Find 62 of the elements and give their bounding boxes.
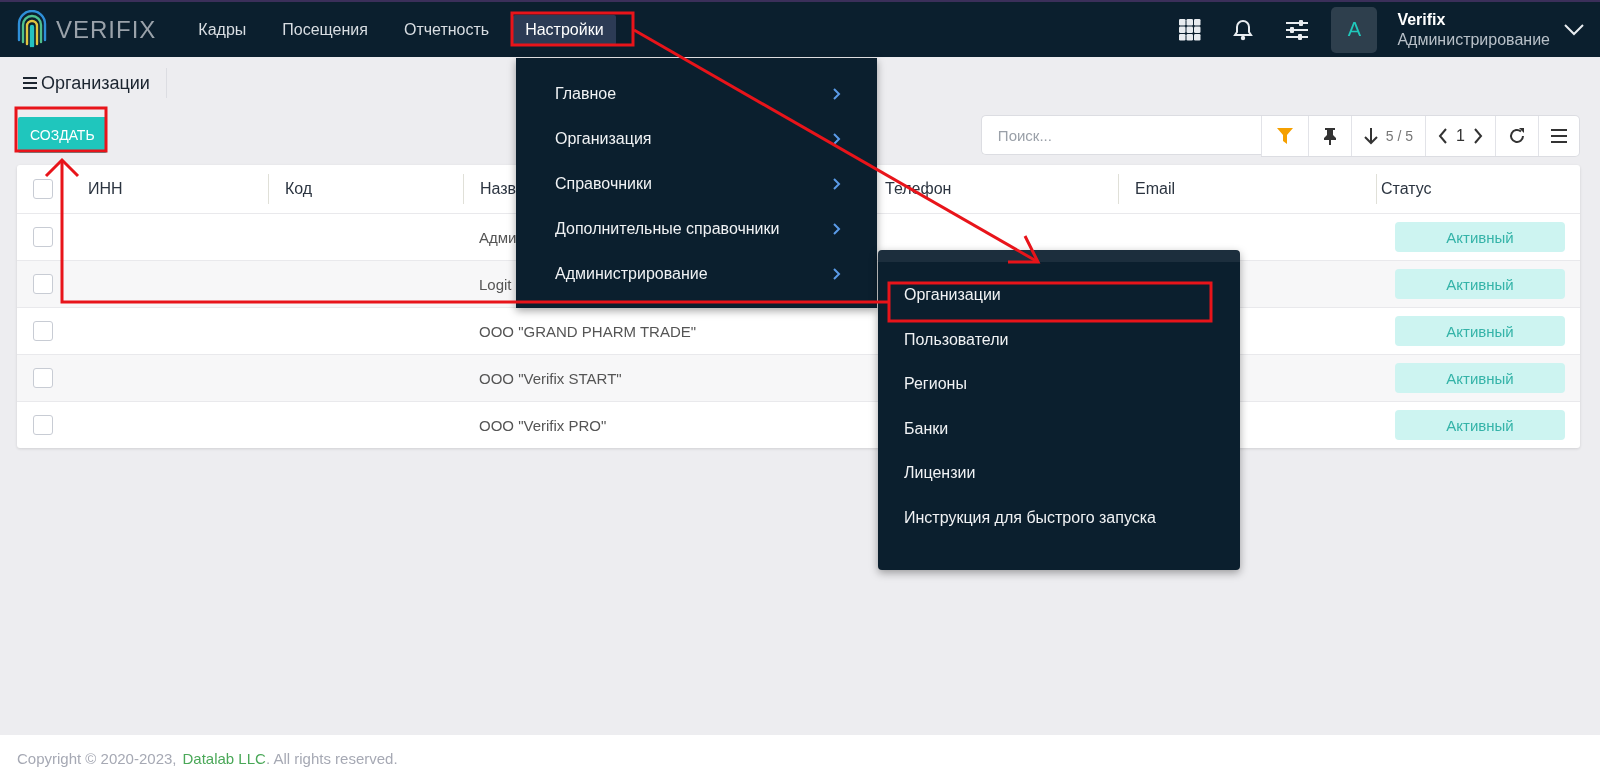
status-badge: Активный <box>1395 316 1565 346</box>
menu-item[interactable]: Организации <box>878 273 1240 318</box>
status-badge: Активный <box>1395 222 1565 252</box>
menu-item[interactable]: Справочники <box>516 161 877 206</box>
table-cell: Адми <box>479 228 517 246</box>
record-count: 5 / 5 <box>1385 128 1414 144</box>
menu-item[interactable]: Регионы <box>878 362 1240 407</box>
bell-icon[interactable] <box>1233 18 1254 41</box>
page-number: 1 <box>1456 127 1465 145</box>
copyright-text: Copyright © 2020-2023, Datalab LLC. All rights reserved. <box>17 749 398 767</box>
chevron-right-icon <box>833 267 841 280</box>
column-header[interactable]: Статус <box>1381 180 1432 198</box>
status-badge: Активный <box>1395 269 1565 299</box>
nav-tab[interactable]: Кадры <box>186 14 259 45</box>
column-header[interactable]: Код <box>285 180 313 198</box>
column-header[interactable]: ИНН <box>88 180 123 198</box>
grid-icon[interactable] <box>1179 18 1202 41</box>
pin-icon[interactable] <box>1322 127 1337 145</box>
chevron-right-icon[interactable] <box>1473 128 1483 144</box>
user-name: Verifix <box>1397 9 1447 30</box>
checkbox[interactable] <box>33 368 53 388</box>
checkbox[interactable] <box>33 415 53 435</box>
nav-tab[interactable]: Посещения <box>270 14 380 45</box>
chevron-right-icon <box>833 177 841 190</box>
table-cell: ООО "Verifix START" <box>479 369 622 387</box>
menu-item[interactable]: Организация <box>516 116 877 161</box>
status-badge: Активный <box>1395 410 1565 440</box>
menu-item[interactable]: Дополнительные справочники <box>516 206 877 251</box>
table-cell: Logit <box>479 275 512 293</box>
menu-icon[interactable] <box>23 77 37 89</box>
chevron-right-icon <box>833 132 841 145</box>
chevron-right-icon <box>833 87 841 100</box>
menu-item[interactable]: Администрирование <box>516 251 877 296</box>
avatar[interactable]: A <box>1331 6 1378 53</box>
column-header[interactable]: Email <box>1135 180 1175 198</box>
logo-text: VERIFIX <box>56 15 157 44</box>
column-header[interactable]: Назв <box>480 180 517 198</box>
menu-item[interactable]: Инструкция для быстрого запуска <box>878 495 1240 540</box>
menu-item[interactable]: Лицензии <box>878 451 1240 496</box>
chevron-left-icon[interactable] <box>1438 128 1449 144</box>
page-title: Организации <box>41 72 150 94</box>
user-role: Администрирование <box>1397 29 1550 50</box>
checkbox[interactable] <box>33 179 53 199</box>
status-badge: Активный <box>1395 363 1565 393</box>
chevron-right-icon <box>833 222 841 235</box>
fingerprint-icon <box>16 9 48 50</box>
menu-item[interactable]: Банки <box>878 406 1240 451</box>
search-field[interactable]: Поиск... <box>980 115 1261 155</box>
table-cell: ООО "Verifix PRO" <box>479 416 607 434</box>
settings-icon[interactable] <box>1285 19 1310 40</box>
nav-tab[interactable]: Настройки <box>513 14 616 45</box>
menu-item[interactable]: Главное <box>516 71 877 116</box>
checkbox[interactable] <box>33 227 53 247</box>
refresh-icon[interactable] <box>1508 127 1526 145</box>
arrow-down-icon[interactable] <box>1363 127 1378 145</box>
nav-tab[interactable]: Отчетность <box>391 14 502 45</box>
checkbox[interactable] <box>33 274 53 294</box>
chevron-down-icon[interactable] <box>1564 23 1584 36</box>
list-menu-icon[interactable] <box>1551 129 1567 143</box>
table-cell: ООО "GRAND PHARM TRADE" <box>479 322 697 340</box>
checkbox[interactable] <box>33 321 53 341</box>
menu-item[interactable]: Пользователи <box>878 317 1240 362</box>
